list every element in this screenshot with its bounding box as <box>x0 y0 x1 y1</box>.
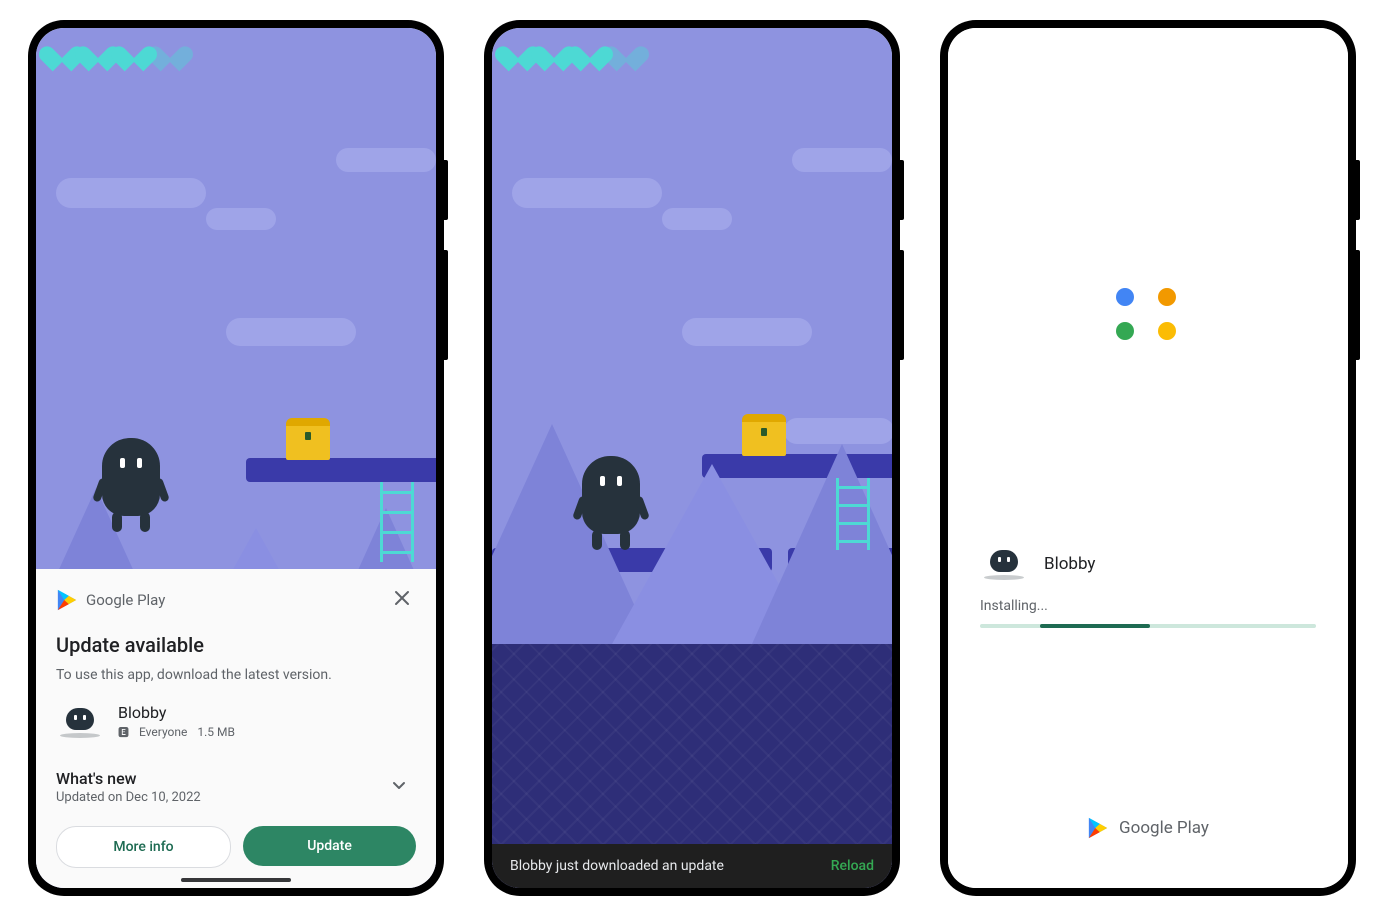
phone-frame-2: Blobby just downloaded an update Reload <box>484 20 900 896</box>
cloud <box>512 178 662 208</box>
cloud <box>206 208 276 230</box>
heart-icon <box>118 36 150 64</box>
whats-new-title: What's new <box>56 769 201 788</box>
phone-frame-3: Blobby Installing... Google Play <box>940 20 1356 896</box>
heart-icon <box>46 36 78 64</box>
expand-button[interactable] <box>382 768 416 806</box>
heart-icon <box>538 36 570 64</box>
app-name: Blobby <box>1044 554 1095 574</box>
google-play-icon <box>56 588 78 612</box>
hearts-row <box>502 36 642 64</box>
cloud <box>792 148 892 172</box>
update-button[interactable]: Update <box>243 826 416 866</box>
screen-3: Blobby Installing... Google Play <box>948 28 1348 888</box>
screen-1: Google Play Update available To use this… <box>36 28 436 888</box>
gesture-handle[interactable] <box>181 878 291 882</box>
player-character <box>102 438 160 516</box>
phone-frame-1: Google Play Update available To use this… <box>28 20 444 896</box>
mountains <box>492 344 892 644</box>
update-bottom-sheet: Google Play Update available To use this… <box>36 569 436 888</box>
heart-icon <box>574 36 606 64</box>
google-play-text: Google Play <box>86 591 165 609</box>
cloud <box>226 318 356 346</box>
google-play-footer: Google Play <box>1087 816 1209 840</box>
app-icon <box>980 550 1028 578</box>
progress-bar <box>980 624 1316 628</box>
reload-button[interactable]: Reload <box>831 858 874 874</box>
install-status: Installing... <box>948 578 1348 614</box>
app-icon <box>56 708 104 736</box>
platform <box>246 458 436 482</box>
ladder <box>380 482 414 562</box>
progress-fill <box>1040 624 1150 628</box>
chest-icon <box>286 418 330 460</box>
google-play-label: Google Play <box>56 588 165 612</box>
ladder <box>836 478 870 550</box>
heart-icon <box>502 36 534 64</box>
content-rating-icon: 🅴 <box>118 724 129 740</box>
sheet-title: Update available <box>56 633 416 657</box>
app-size: 1.5 MB <box>197 725 235 739</box>
player-character <box>582 456 640 534</box>
dot-green <box>1116 322 1134 340</box>
cloud <box>662 208 732 230</box>
install-screen: Blobby Installing... Google Play <box>948 28 1348 888</box>
whats-new-row[interactable]: What's new Updated on Dec 10, 2022 <box>56 768 416 806</box>
content-rating: Everyone <box>139 725 187 739</box>
heart-icon-empty <box>154 36 186 64</box>
cloud <box>56 178 206 208</box>
heart-icon-empty <box>610 36 642 64</box>
chest-icon <box>742 414 786 456</box>
game-background <box>492 28 892 888</box>
cloud <box>336 148 436 172</box>
chevron-down-icon <box>390 776 408 794</box>
snackbar-text: Blobby just downloaded an update <box>510 858 724 874</box>
close-button[interactable] <box>388 585 416 615</box>
google-play-text: Google Play <box>1119 818 1209 838</box>
google-play-icon <box>1087 816 1109 840</box>
heart-icon <box>82 36 114 64</box>
sheet-subtitle: To use this app, download the latest ver… <box>56 667 416 683</box>
app-row: Blobby 🅴 Everyone 1.5 MB <box>56 703 416 740</box>
app-name: Blobby <box>118 703 235 722</box>
cloud <box>784 418 892 444</box>
hearts-row <box>46 36 186 64</box>
cloud <box>682 318 812 346</box>
close-icon <box>394 590 410 606</box>
dot-blue <box>1116 288 1134 306</box>
loading-dots <box>1116 288 1180 340</box>
more-info-button[interactable]: More info <box>56 826 231 868</box>
screen-2: Blobby just downloaded an update Reload <box>492 28 892 888</box>
dot-yellow <box>1158 322 1176 340</box>
whats-new-date: Updated on Dec 10, 2022 <box>56 790 201 805</box>
install-app-row: Blobby <box>948 550 1348 578</box>
snackbar: Blobby just downloaded an update Reload <box>492 844 892 888</box>
dot-orange <box>1158 288 1176 306</box>
